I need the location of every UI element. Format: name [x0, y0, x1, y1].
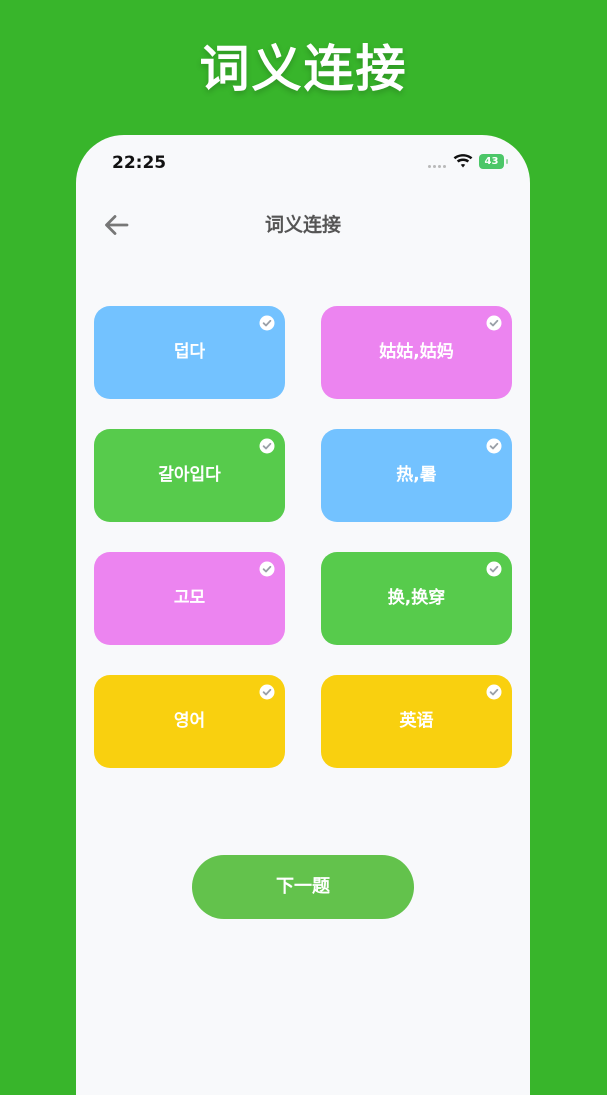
word-card[interactable]: 姑姑,姑妈 [321, 306, 512, 399]
word-card-label: 고모 [173, 588, 206, 608]
word-card-label: 换,换穿 [387, 588, 446, 608]
word-card-label: 热,暑 [396, 465, 437, 485]
word-card[interactable]: 갈아입다 [94, 429, 285, 522]
battery-icon: 43 [479, 154, 508, 169]
word-card[interactable]: 고모 [94, 552, 285, 645]
status-time: 22:25 [112, 153, 167, 173]
check-circle-icon [259, 561, 275, 577]
check-circle-icon [486, 684, 502, 700]
wifi-icon [453, 154, 473, 168]
word-card-label: 영어 [173, 711, 206, 731]
word-card-label: 姑姑,姑妈 [379, 342, 454, 362]
word-card[interactable]: 덥다 [94, 306, 285, 399]
status-bar: 22:25 43 [76, 135, 530, 191]
page-title: 词义连接 [264, 214, 341, 236]
word-card-label: 덥다 [173, 342, 206, 362]
check-circle-icon [486, 561, 502, 577]
screen-headline: 词义连接 [199, 40, 408, 98]
check-circle-icon [259, 684, 275, 700]
check-circle-icon [486, 438, 502, 454]
phone-screen: 22:25 43 词义连接 덥다 姑姑,姑妈 갈아입다 热,暑 고모 换,换穿 … [76, 135, 530, 1095]
word-card[interactable]: 영어 [94, 675, 285, 768]
word-card-label: 英语 [399, 711, 434, 731]
next-question-button[interactable]: 下一题 [192, 855, 414, 919]
check-circle-icon [259, 438, 275, 454]
word-card-label: 갈아입다 [158, 465, 221, 485]
check-circle-icon [259, 315, 275, 331]
word-card[interactable]: 英语 [321, 675, 512, 768]
signal-dots-icon [428, 165, 448, 169]
word-card[interactable]: 热,暑 [321, 429, 512, 522]
word-card[interactable]: 换,换穿 [321, 552, 512, 645]
check-circle-icon [486, 315, 502, 331]
